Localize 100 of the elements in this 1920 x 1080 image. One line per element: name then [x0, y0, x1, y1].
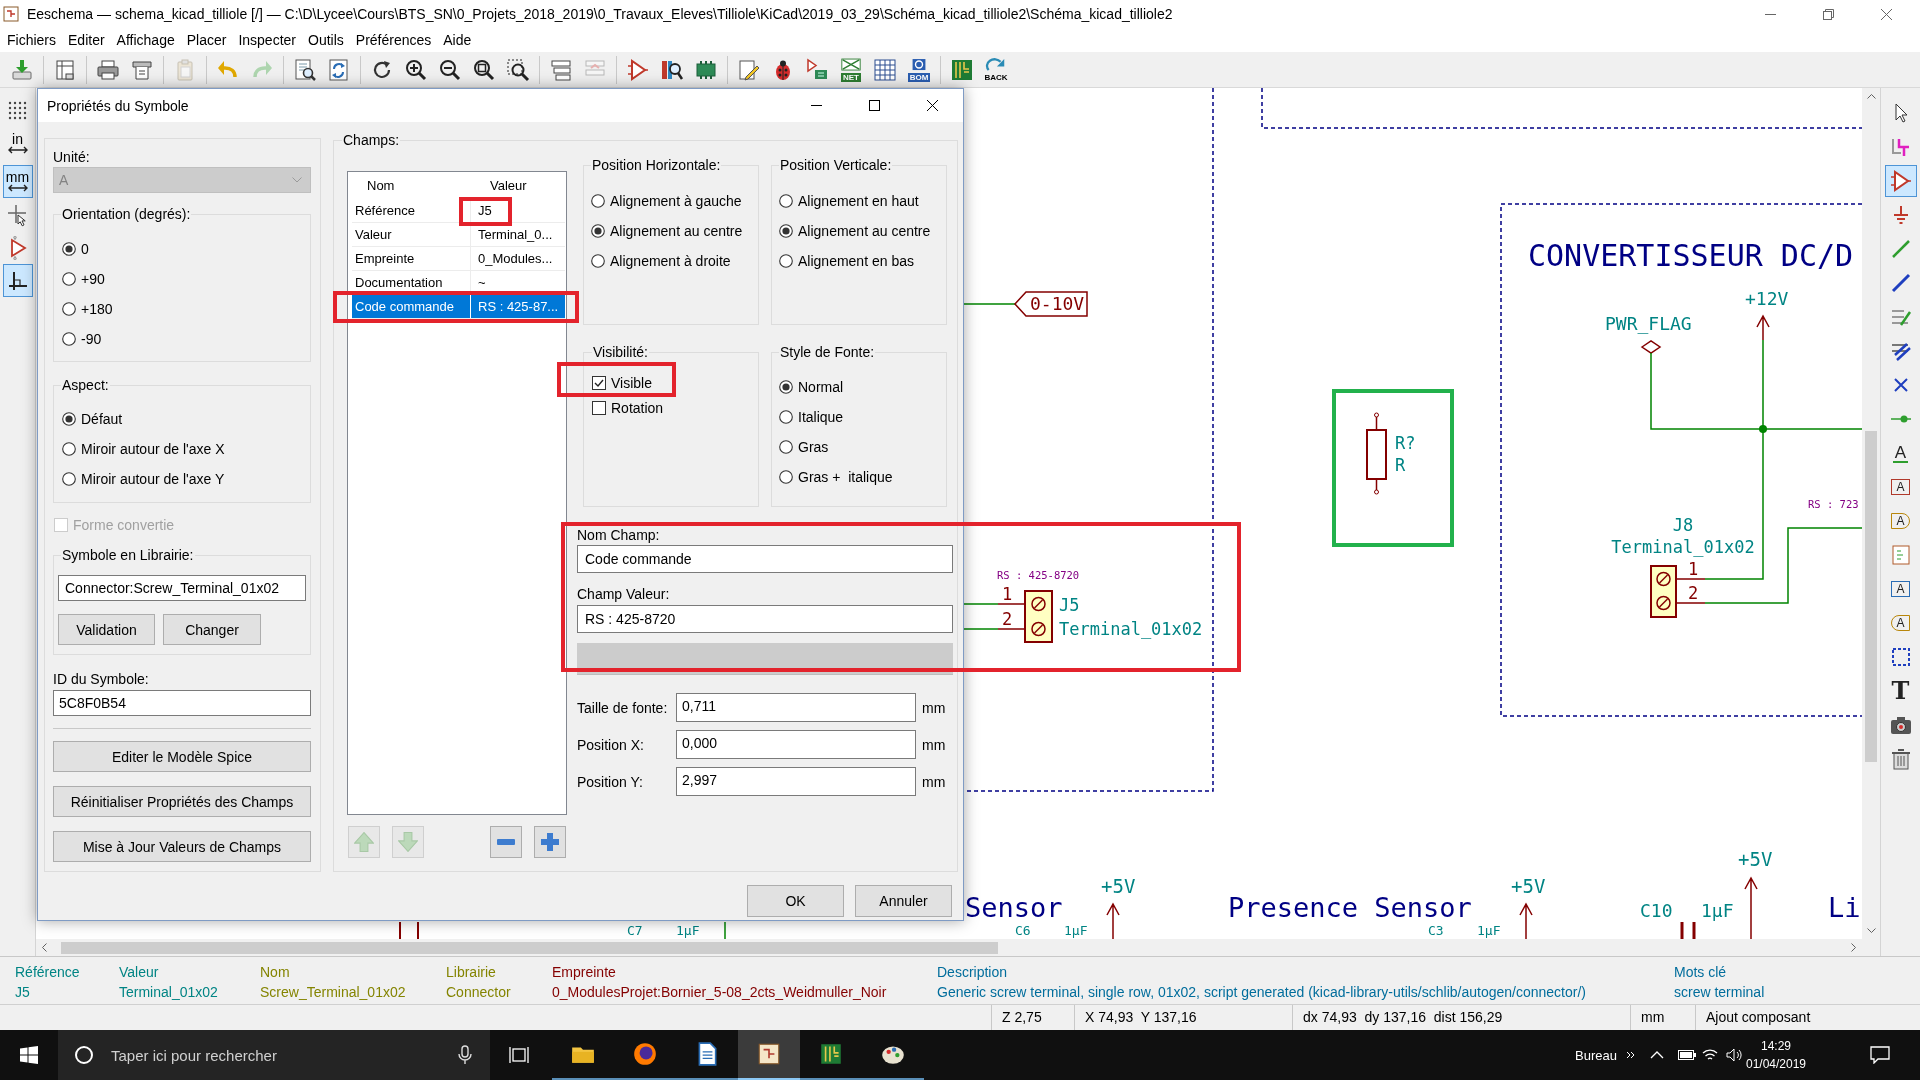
field-name[interactable]: Empreinte — [355, 251, 415, 266]
checkbox-option[interactable]: Visible — [592, 374, 652, 392]
radio-option[interactable]: Miroir autour de l'axe Y — [62, 464, 225, 494]
radio-option[interactable]: Défaut — [62, 404, 123, 434]
checkbox-option[interactable]: Rotation — [592, 399, 664, 417]
menu-item[interactable]: Editer — [62, 28, 111, 52]
zoom-fit-icon[interactable] — [472, 57, 496, 82]
field-value[interactable]: ~ — [478, 275, 486, 290]
component-icon[interactable] — [626, 57, 650, 82]
sheet-pin-tool[interactable]: A — [1884, 607, 1917, 639]
menu-item[interactable]: Outils — [302, 28, 350, 52]
add-field-button[interactable] — [534, 826, 566, 858]
radio-option[interactable]: -90 — [62, 324, 102, 354]
field-name[interactable]: Référence — [355, 203, 415, 218]
action-button[interactable]: Mise à Jour Valeurs de Champs — [53, 831, 311, 862]
bom-button[interactable]: BOM — [903, 53, 935, 86]
field-value[interactable]: Terminal_0... — [478, 227, 553, 242]
menu-item[interactable]: Placer — [180, 28, 233, 52]
notification-icon[interactable] — [1870, 1046, 1890, 1064]
number-field[interactable]: 0,711 — [676, 693, 916, 722]
text-field[interactable]: Connector:Screw_Terminal_01x02 — [58, 575, 306, 601]
clock-date[interactable]: 01/04/2019 — [1745, 1055, 1807, 1073]
zoom-area-icon[interactable] — [506, 57, 530, 82]
menu-item[interactable]: Aide — [437, 28, 478, 52]
text-field[interactable]: Code commande — [577, 545, 953, 573]
windows-logo-icon[interactable] — [20, 1046, 38, 1064]
global-label-tool[interactable]: A — [1884, 471, 1917, 503]
radio-option[interactable]: Alignement au centre — [779, 216, 931, 246]
save-icon[interactable] — [10, 57, 34, 82]
pencil-icon[interactable] — [737, 57, 761, 82]
panel-button[interactable]: Validation — [58, 614, 155, 645]
action-button[interactable]: Réinitialiser Propriétés des Champs — [53, 786, 311, 817]
menu-item[interactable]: Préférences — [349, 28, 438, 52]
radio-option[interactable]: Gras — [779, 432, 829, 462]
radio-option[interactable]: Alignement en haut — [779, 186, 919, 216]
radio-option[interactable]: 0 — [62, 234, 89, 264]
pcb-icon[interactable] — [950, 57, 974, 82]
radio-option[interactable]: Normal — [779, 372, 844, 402]
double-chevron-icon[interactable] — [1626, 1051, 1636, 1059]
hierarchical-label-tool[interactable]: A — [1884, 505, 1917, 537]
battery-icon[interactable] — [1678, 1050, 1696, 1060]
radio-option[interactable]: +180 — [62, 294, 113, 324]
desktop-toolbar-label[interactable]: Bureau — [1575, 1047, 1617, 1063]
field-name[interactable]: Documentation — [355, 275, 443, 290]
hierarchy-icon[interactable] — [549, 57, 573, 82]
close-icon[interactable] — [926, 100, 938, 111]
netlist-button[interactable]: NET — [835, 53, 867, 86]
menu-item[interactable]: Inspecter — [232, 28, 302, 52]
radio-option[interactable]: Alignement à droite — [591, 246, 731, 276]
restore-icon[interactable] — [1822, 8, 1834, 20]
find-replace-icon[interactable] — [327, 57, 351, 82]
mm-units-button[interactable]: mm — [2, 165, 33, 198]
find-icon[interactable] — [293, 57, 317, 82]
scroll-thumb[interactable] — [61, 941, 998, 954]
back-annotate-button[interactable]: BACK — [980, 53, 1012, 86]
wifi-icon[interactable] — [1702, 1048, 1718, 1062]
text-field[interactable]: RS : 425-8720 — [577, 605, 953, 633]
clock-time[interactable]: 14:29 — [1761, 1037, 1791, 1055]
net-label-tool[interactable]: A — [1884, 437, 1917, 469]
text-field[interactable]: 5C8F0B54 — [53, 690, 311, 716]
scroll-thumb[interactable] — [1865, 431, 1877, 762]
field-value[interactable]: RS : 425-87... — [471, 295, 565, 318]
import-pin-tool[interactable]: A — [1884, 573, 1917, 605]
radio-option[interactable]: Miroir autour de l'axe X — [62, 434, 225, 464]
ok-button[interactable]: OK — [747, 885, 844, 917]
field-name[interactable]: Code commande — [352, 295, 470, 318]
caret-left-icon[interactable] — [42, 943, 47, 952]
inch-units-button[interactable]: in — [2, 127, 33, 160]
radio-option[interactable]: Italique — [779, 402, 844, 432]
page-frame-icon[interactable] — [53, 57, 77, 82]
field-value[interactable]: 0_Modules... — [478, 251, 553, 266]
caret-down-icon[interactable] — [1866, 928, 1876, 933]
cancel-button[interactable]: Annuler — [855, 885, 952, 917]
menu-item[interactable]: Affichage — [110, 28, 181, 52]
simulator-icon[interactable] — [805, 57, 829, 82]
speaker-icon[interactable] — [1726, 1048, 1742, 1062]
table-icon[interactable] — [873, 57, 897, 82]
radio-option[interactable]: Gras + italique — [779, 462, 893, 492]
add-symbol-tool[interactable] — [1884, 165, 1917, 197]
maximize-icon[interactable] — [868, 100, 880, 111]
field-name[interactable]: Valeur — [355, 227, 392, 242]
taskbar-app[interactable] — [738, 1030, 800, 1080]
radio-option[interactable]: Alignement à gauche — [591, 186, 742, 216]
task-view-icon[interactable] — [509, 1046, 529, 1064]
caret-right-icon[interactable] — [1851, 943, 1856, 952]
search-field[interactable]: Taper ici pour rechercher — [58, 1030, 490, 1080]
radio-option[interactable]: Alignement en bas — [779, 246, 914, 276]
menu-item[interactable]: Fichiers — [1, 28, 62, 52]
remove-field-button[interactable] — [490, 826, 522, 858]
action-button[interactable]: Editer le Modèle Spice — [53, 741, 311, 772]
zoom-out-icon[interactable] — [438, 57, 462, 82]
radio-option[interactable]: +90 — [62, 264, 105, 294]
panel-button[interactable]: Changer — [163, 614, 261, 645]
radio-option[interactable]: Alignement au centre — [591, 216, 743, 246]
printer-icon[interactable] — [96, 57, 120, 82]
zoom-in-icon[interactable] — [404, 57, 428, 82]
number-field[interactable]: 0,000 — [676, 730, 916, 759]
orthogonal-lines-button[interactable] — [2, 264, 33, 297]
number-field[interactable]: 2,997 — [676, 767, 916, 796]
field-value[interactable]: J5 — [478, 203, 492, 218]
